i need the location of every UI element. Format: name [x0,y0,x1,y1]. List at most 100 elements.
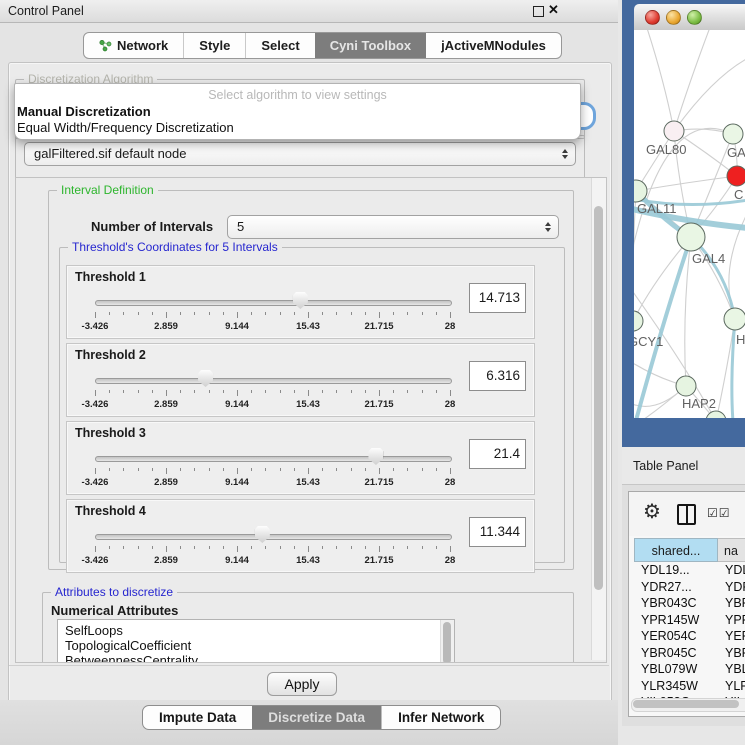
tab-label: Style [199,33,230,58]
slider-thumb[interactable] [255,526,270,543]
split-columns-icon[interactable] [677,504,696,525]
cell-shared-name[interactable]: YDL19... [634,562,716,579]
cell-name[interactable]: YBR0 [716,595,745,612]
cell-name[interactable]: YBL0 [716,661,745,678]
control-panel-window: Control Panel ✕ Network Style [0,0,618,745]
dropdown-option-equal-width-frequency[interactable]: Equal Width/Frequency Discretization [15,119,580,135]
tab-jactivemnodules[interactable]: jActiveMNodules [426,33,561,58]
settings-vertical-scrollbar[interactable] [591,178,606,660]
table-row[interactable]: YPR145W YPR1 [634,612,745,629]
number-of-intervals-combobox[interactable]: 5 [227,215,559,239]
select-columns-icon[interactable]: ☑☑ [707,506,731,520]
numerical-attributes-list[interactable]: SelfLoopsTopologicalCoefficientBetweenne… [57,619,455,663]
slider-thumb[interactable] [368,448,383,465]
gear-icon[interactable]: ⚙ [643,499,661,524]
network-node[interactable] [727,166,745,186]
network-node[interactable] [634,311,643,331]
attribute-list-item[interactable]: TopologicalCoefficient [65,638,454,653]
table-horizontal-scrollbar[interactable] [631,698,745,712]
dropdown-placeholder-option[interactable]: Select algorithm to view settings [15,84,580,103]
cell-name[interactable]: YBR0 [716,645,745,662]
cell-shared-name[interactable]: YBR043C [634,595,716,612]
slider-track[interactable] [95,534,452,540]
table-row[interactable]: YDR27... YDR2 [634,579,745,596]
dropdown-option-manual-discretization[interactable]: Manual Discretization [15,103,580,119]
threshold-value-field[interactable]: 11.344 [469,517,526,547]
table-row[interactable]: YBR043C YBR0 [634,595,745,612]
minimize-traffic-light-icon[interactable] [666,10,681,25]
slider-scale-label: 28 [445,399,456,410]
slider-ticks [95,546,450,553]
slider-thumb[interactable] [198,370,213,387]
threshold-block: Threshold 3 -3.4262.8599.14415.4321.7152… [66,421,535,495]
slider-scale-label: 15.43 [296,321,320,332]
cell-shared-name[interactable]: YBL079W [634,661,716,678]
node-label: GAL80 [646,142,686,157]
network-node[interactable] [676,376,696,396]
cell-name[interactable]: YDR2 [716,579,745,596]
attributes-scrollbar[interactable] [440,620,454,663]
tab-network[interactable]: Network [84,33,183,58]
network-edge[interactable] [646,30,674,131]
slider-track[interactable] [95,300,452,306]
threshold-slider[interactable]: -3.4262.8599.14415.4321.71528 [95,444,450,490]
table-row[interactable]: YDL19... YDL1 [634,562,745,579]
slider-scale-label: 28 [445,555,456,566]
attribute-list-item[interactable]: BetweennessCentrality [65,653,454,663]
slider-thumb[interactable] [293,292,308,309]
tab-select[interactable]: Select [245,33,314,58]
network-canvas[interactable]: GAL80GACGAL11GAL4GCY1HHAP2 [634,30,745,418]
network-edge[interactable] [636,176,737,191]
cell-shared-name[interactable]: YDR27... [634,579,716,596]
threshold-value-field[interactable]: 21.4 [469,439,526,469]
column-header-name[interactable]: na [718,538,745,562]
tab-discretize-data[interactable]: Discretize Data [252,706,381,729]
column-header-shared-name[interactable]: shared... [634,538,718,562]
cell-shared-name[interactable]: YPR145W [634,612,716,629]
close-icon[interactable]: ✕ [548,2,559,18]
threshold-slider[interactable]: -3.4262.8599.14415.4321.71528 [95,366,450,412]
apply-button[interactable]: Apply [267,672,337,696]
tab-cyni-toolbox[interactable]: Cyni Toolbox [315,33,426,58]
threshold-slider[interactable]: -3.4262.8599.14415.4321.71528 [95,288,450,334]
cell-name[interactable]: YER0 [716,628,745,645]
algorithm-dropdown-popup: Select algorithm to view settings Manual… [14,83,581,140]
table-data-combobox[interactable]: galFiltered.sif default node [24,142,576,166]
cell-shared-name[interactable]: YBR045C [634,645,716,662]
slider-track[interactable] [95,378,452,384]
tab-infer-network[interactable]: Infer Network [381,706,500,729]
network-graph[interactable]: GAL80GACGAL11GAL4GCY1HHAP2 [634,30,745,418]
threshold-value-field[interactable]: 6.316 [469,361,526,391]
network-node[interactable] [724,308,745,330]
cell-shared-name[interactable]: YER054C [634,628,716,645]
table-row[interactable]: YLR345W YLR3 [634,678,745,695]
network-node[interactable] [723,124,743,144]
cell-name[interactable]: YLR3 [716,678,745,695]
scrollbar-thumb[interactable] [594,206,603,590]
table-panel-toolbar: ⚙ ☑☑ [629,492,745,536]
threshold-slider[interactable]: -3.4262.8599.14415.4321.71528 [95,522,450,568]
network-node[interactable] [664,121,684,141]
table-row[interactable]: YBR045C YBR0 [634,645,745,662]
cell-name[interactable]: YDL1 [716,562,745,579]
network-node[interactable] [677,223,705,251]
network-edge[interactable] [674,58,745,131]
slider-scale-label: 2.859 [154,477,178,488]
slider-track[interactable] [95,456,452,462]
tab-style[interactable]: Style [183,33,245,58]
tab-impute-data[interactable]: Impute Data [143,706,252,729]
float-window-icon[interactable] [533,6,544,17]
network-edge[interactable] [634,237,691,321]
zoom-traffic-light-icon[interactable] [687,10,702,25]
network-window-titlebar[interactable] [634,4,745,31]
close-traffic-light-icon[interactable] [645,10,660,25]
scrollbar-thumb[interactable] [443,622,451,663]
table-row[interactable]: YBL079W YBL0 [634,661,745,678]
cell-name[interactable]: YPR1 [716,612,745,629]
attribute-list-item[interactable]: SelfLoops [65,623,454,638]
table-row[interactable]: YER054C YER0 [634,628,745,645]
cell-shared-name[interactable]: YLR345W [634,678,716,695]
threshold-value-field[interactable]: 14.713 [469,283,526,313]
network-edge[interactable] [674,30,712,131]
scrollbar-thumb[interactable] [633,700,739,708]
